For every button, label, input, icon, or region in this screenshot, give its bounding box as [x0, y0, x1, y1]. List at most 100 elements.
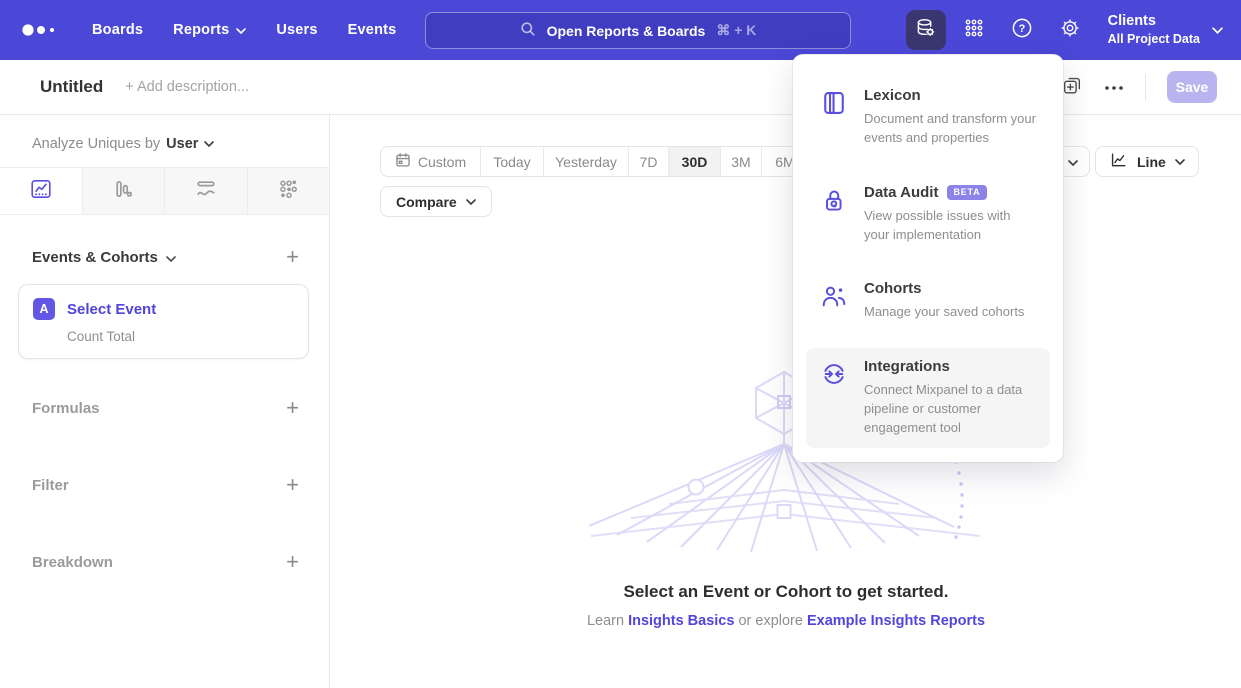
chart-type-tabs: [0, 167, 329, 215]
beta-badge: BETA: [947, 185, 986, 200]
line-chart-icon: [29, 177, 53, 206]
data-management-icon: [914, 16, 937, 44]
mixpanel-logo[interactable]: [22, 23, 62, 37]
menu-item-description: Connect Mixpanel to a data pipeline or c…: [864, 381, 1036, 438]
date-range-label: Today: [493, 154, 530, 170]
add-filter-button[interactable]: +: [286, 474, 299, 496]
date-range-custom[interactable]: Custom: [381, 147, 481, 176]
svg-text:?: ?: [1018, 23, 1025, 35]
empty-state-subtitle: Learn Insights Basics or explore Example…: [331, 613, 1241, 629]
empty-state-title: Select an Event or Cohort to get started…: [331, 582, 1241, 602]
report-description-placeholder[interactable]: + Add description...: [125, 79, 249, 95]
menu-item-title: Lexicon: [864, 87, 921, 104]
chart-type-label: Line: [1137, 154, 1166, 170]
project-subtitle: All Project Data: [1108, 31, 1200, 47]
menu-item-data-audit[interactable]: Data Audit BETA View possible issues wit…: [806, 174, 1050, 255]
chevron-down-icon: [1212, 21, 1223, 39]
tab-metric-chart[interactable]: [248, 168, 330, 214]
filter-section: Filter +: [0, 474, 329, 496]
bar-chart-icon: [111, 177, 135, 206]
filter-label: Filter: [32, 477, 69, 494]
search-icon: [520, 21, 536, 40]
nav-boards[interactable]: Boards: [92, 22, 143, 38]
nav-events[interactable]: Events: [348, 22, 397, 38]
add-breakdown-button[interactable]: +: [286, 551, 299, 573]
chevron-down-icon[interactable]: [166, 249, 176, 266]
ellipsis-icon[interactable]: [1104, 78, 1124, 96]
search-shortcut: ⌘ + K: [716, 22, 756, 39]
add-event-button[interactable]: +: [286, 246, 299, 268]
event-card[interactable]: A Select Event Count Total: [18, 284, 309, 359]
analyze-prefix: Analyze Uniques by: [32, 136, 160, 152]
events-cohorts-section: Events & Cohorts +: [0, 246, 329, 268]
tab-line-chart[interactable]: [0, 168, 83, 214]
chevron-down-icon: [236, 22, 246, 38]
nav-users[interactable]: Users: [276, 22, 317, 38]
add-formula-button[interactable]: +: [286, 397, 299, 419]
event-series-badge: A: [33, 298, 55, 320]
formulas-section: Formulas +: [0, 397, 329, 419]
example-reports-link[interactable]: Example Insights Reports: [807, 613, 985, 629]
chevron-down-icon: [1068, 153, 1078, 171]
analyze-row: Analyze Uniques by User: [0, 115, 329, 152]
date-range-7d[interactable]: 7D: [629, 147, 669, 176]
duplicate-icon[interactable]: [1061, 74, 1083, 101]
menu-item-title: Data Audit: [864, 184, 938, 201]
query-builder-sidebar: Analyze Uniques by User: [0, 115, 330, 688]
insights-basics-link[interactable]: Insights Basics: [628, 613, 734, 629]
events-cohorts-label[interactable]: Events & Cohorts: [32, 249, 158, 266]
line-chart-icon: [1109, 151, 1128, 173]
header-divider: [1145, 74, 1146, 100]
gear-icon: [1059, 17, 1081, 44]
or-explore-text: or explore: [738, 613, 802, 629]
flow-chart-icon: [194, 177, 218, 206]
menu-item-description: View possible issues with your implement…: [864, 207, 1036, 245]
date-range-label: 7D: [640, 154, 658, 170]
global-search-bar[interactable]: Open Reports & Boards ⌘ + K: [425, 12, 851, 49]
audit-lock-icon: [820, 184, 848, 245]
date-range-3m[interactable]: 3M: [721, 147, 762, 176]
report-title[interactable]: Untitled: [40, 77, 103, 97]
top-navbar: Boards Reports Users Events Open Repor: [0, 0, 1241, 60]
settings-button[interactable]: [1050, 10, 1090, 50]
menu-item-title: Cohorts: [864, 280, 922, 297]
formulas-label: Formulas: [32, 400, 100, 417]
compare-button[interactable]: Compare: [380, 186, 492, 217]
apps-grid-icon: [963, 17, 985, 44]
metric-chart-icon: [276, 177, 300, 206]
nav-reports[interactable]: Reports: [173, 22, 246, 38]
date-range-yesterday[interactable]: Yesterday: [544, 147, 629, 176]
date-range-control: Custom Today Yesterday 7D 30D 3M 6M: [380, 146, 809, 177]
nav-users-label: Users: [276, 22, 317, 38]
menu-item-integrations[interactable]: Integrations Connect Mixpanel to a data …: [806, 348, 1050, 448]
save-button[interactable]: Save: [1167, 71, 1217, 103]
date-range-label: Custom: [418, 154, 466, 170]
data-management-button[interactable]: [906, 10, 946, 50]
select-event-label[interactable]: Select Event: [67, 301, 156, 318]
calendar-icon: [395, 152, 411, 171]
menu-item-lexicon[interactable]: Lexicon Document and transform your even…: [806, 77, 1050, 158]
nav-reports-label: Reports: [173, 22, 229, 38]
date-range-30d[interactable]: 30D: [669, 147, 721, 176]
date-range-today[interactable]: Today: [481, 147, 544, 176]
analyze-value-dropdown[interactable]: User: [166, 136, 214, 152]
tab-bar-chart[interactable]: [83, 168, 166, 214]
chart-type-dropdown[interactable]: Line: [1095, 146, 1199, 177]
integrations-sync-icon: [820, 358, 848, 438]
menu-item-description: Document and transform your events and p…: [864, 110, 1036, 148]
data-management-menu: Lexicon Document and transform your even…: [793, 55, 1063, 462]
help-icon: ?: [1011, 17, 1033, 44]
tab-flow-chart[interactable]: [165, 168, 248, 214]
compare-label: Compare: [396, 194, 457, 210]
apps-grid-button[interactable]: [954, 10, 994, 50]
date-range-label: 30D: [682, 154, 708, 170]
menu-item-description: Manage your saved cohorts: [864, 303, 1024, 322]
help-button[interactable]: ?: [1002, 10, 1042, 50]
count-total-label[interactable]: Count Total: [67, 329, 294, 344]
nav-boards-label: Boards: [92, 22, 143, 38]
project-switcher[interactable]: Clients All Project Data: [1108, 12, 1223, 47]
menu-item-cohorts[interactable]: Cohorts Manage your saved cohorts: [806, 270, 1050, 332]
nav-events-label: Events: [348, 22, 397, 38]
analyze-value: User: [166, 136, 198, 152]
learn-prefix: Learn: [587, 613, 624, 629]
